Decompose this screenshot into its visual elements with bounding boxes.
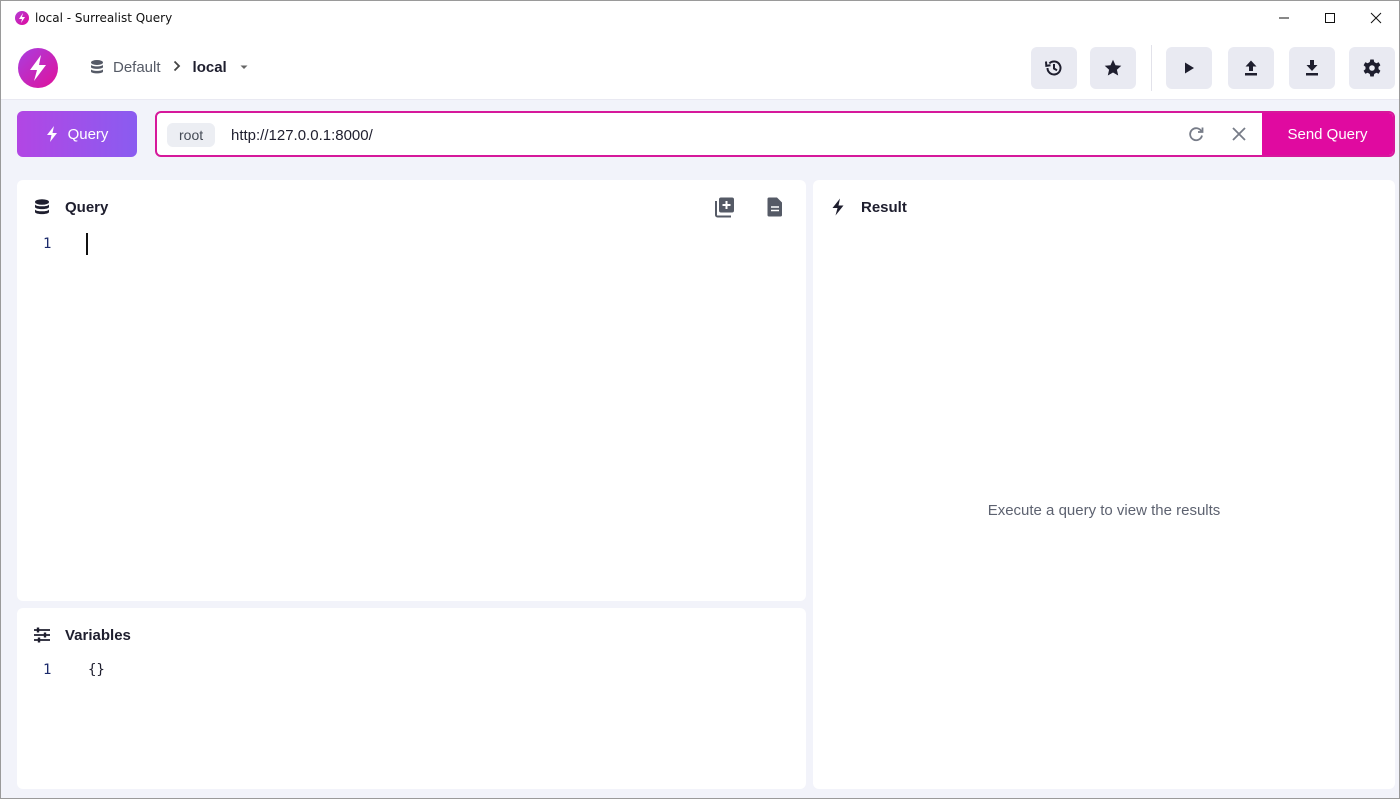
refresh-icon[interactable] [1187,125,1205,143]
query-panel: Query 1 [17,180,806,601]
download-icon [1306,60,1318,76]
close-icon[interactable] [1353,1,1399,35]
history-button[interactable] [1031,47,1077,89]
app-window: local - Surrealist Query Default local Q… [0,0,1400,799]
variables-panel: Variables 1 {} [17,608,806,789]
import-button[interactable] [1289,47,1335,89]
line-number: 1 [43,662,52,678]
run-button[interactable] [1166,47,1212,89]
code-line[interactable]: 1 {} [17,662,105,678]
result-panel: Result Execute a query to view the resul… [813,180,1395,789]
settings-button[interactable] [1349,47,1395,89]
query-mode-label: Query [67,125,109,143]
sliders-icon [34,627,50,643]
document-icon[interactable] [764,196,786,218]
star-icon [1104,59,1122,76]
window-title: local - Surrealist Query [35,11,173,25]
variables-panel-title: Variables [65,626,131,644]
connection-url-bar: root Send Query [155,111,1395,157]
breadcrumb-namespace: Default [113,58,161,76]
caret-down-icon[interactable] [239,62,249,72]
code-line[interactable]: 1 [17,233,96,255]
bolt-icon [46,126,57,142]
history-icon [1045,60,1062,76]
app-logo-icon [15,11,29,25]
breadcrumb-environment: local [192,58,227,76]
gear-icon [1363,59,1381,77]
breadcrumb[interactable]: Default local [89,55,249,79]
upload-icon [1245,60,1257,76]
header-divider [1151,45,1152,91]
database-icon [35,199,49,215]
play-icon [1185,62,1194,74]
favorites-button[interactable] [1090,47,1136,89]
query-panel-title: Query [65,198,109,216]
app-header: Default local [1,35,1399,100]
query-mode-button[interactable]: Query [17,111,137,157]
surrealist-logo-icon[interactable] [18,48,58,88]
empty-result-message: Execute a query to view the results [987,502,1221,519]
new-query-icon[interactable] [714,196,736,218]
database-icon [91,60,103,74]
minimize-icon[interactable] [1261,1,1307,35]
maximize-icon[interactable] [1307,1,1353,35]
text-cursor [86,233,88,255]
clear-icon[interactable] [1230,125,1248,143]
endpoint-url-input[interactable] [231,121,1171,149]
bolt-icon [832,198,844,216]
user-badge[interactable]: root [167,123,216,147]
chevron-right-icon [173,59,181,75]
line-number: 1 [43,236,52,252]
send-query-button[interactable]: Send Query [1262,113,1393,155]
result-panel-title: Result [861,198,907,216]
export-button[interactable] [1228,47,1274,89]
title-bar: local - Surrealist Query [1,1,1399,35]
code-text: {} [88,662,105,678]
